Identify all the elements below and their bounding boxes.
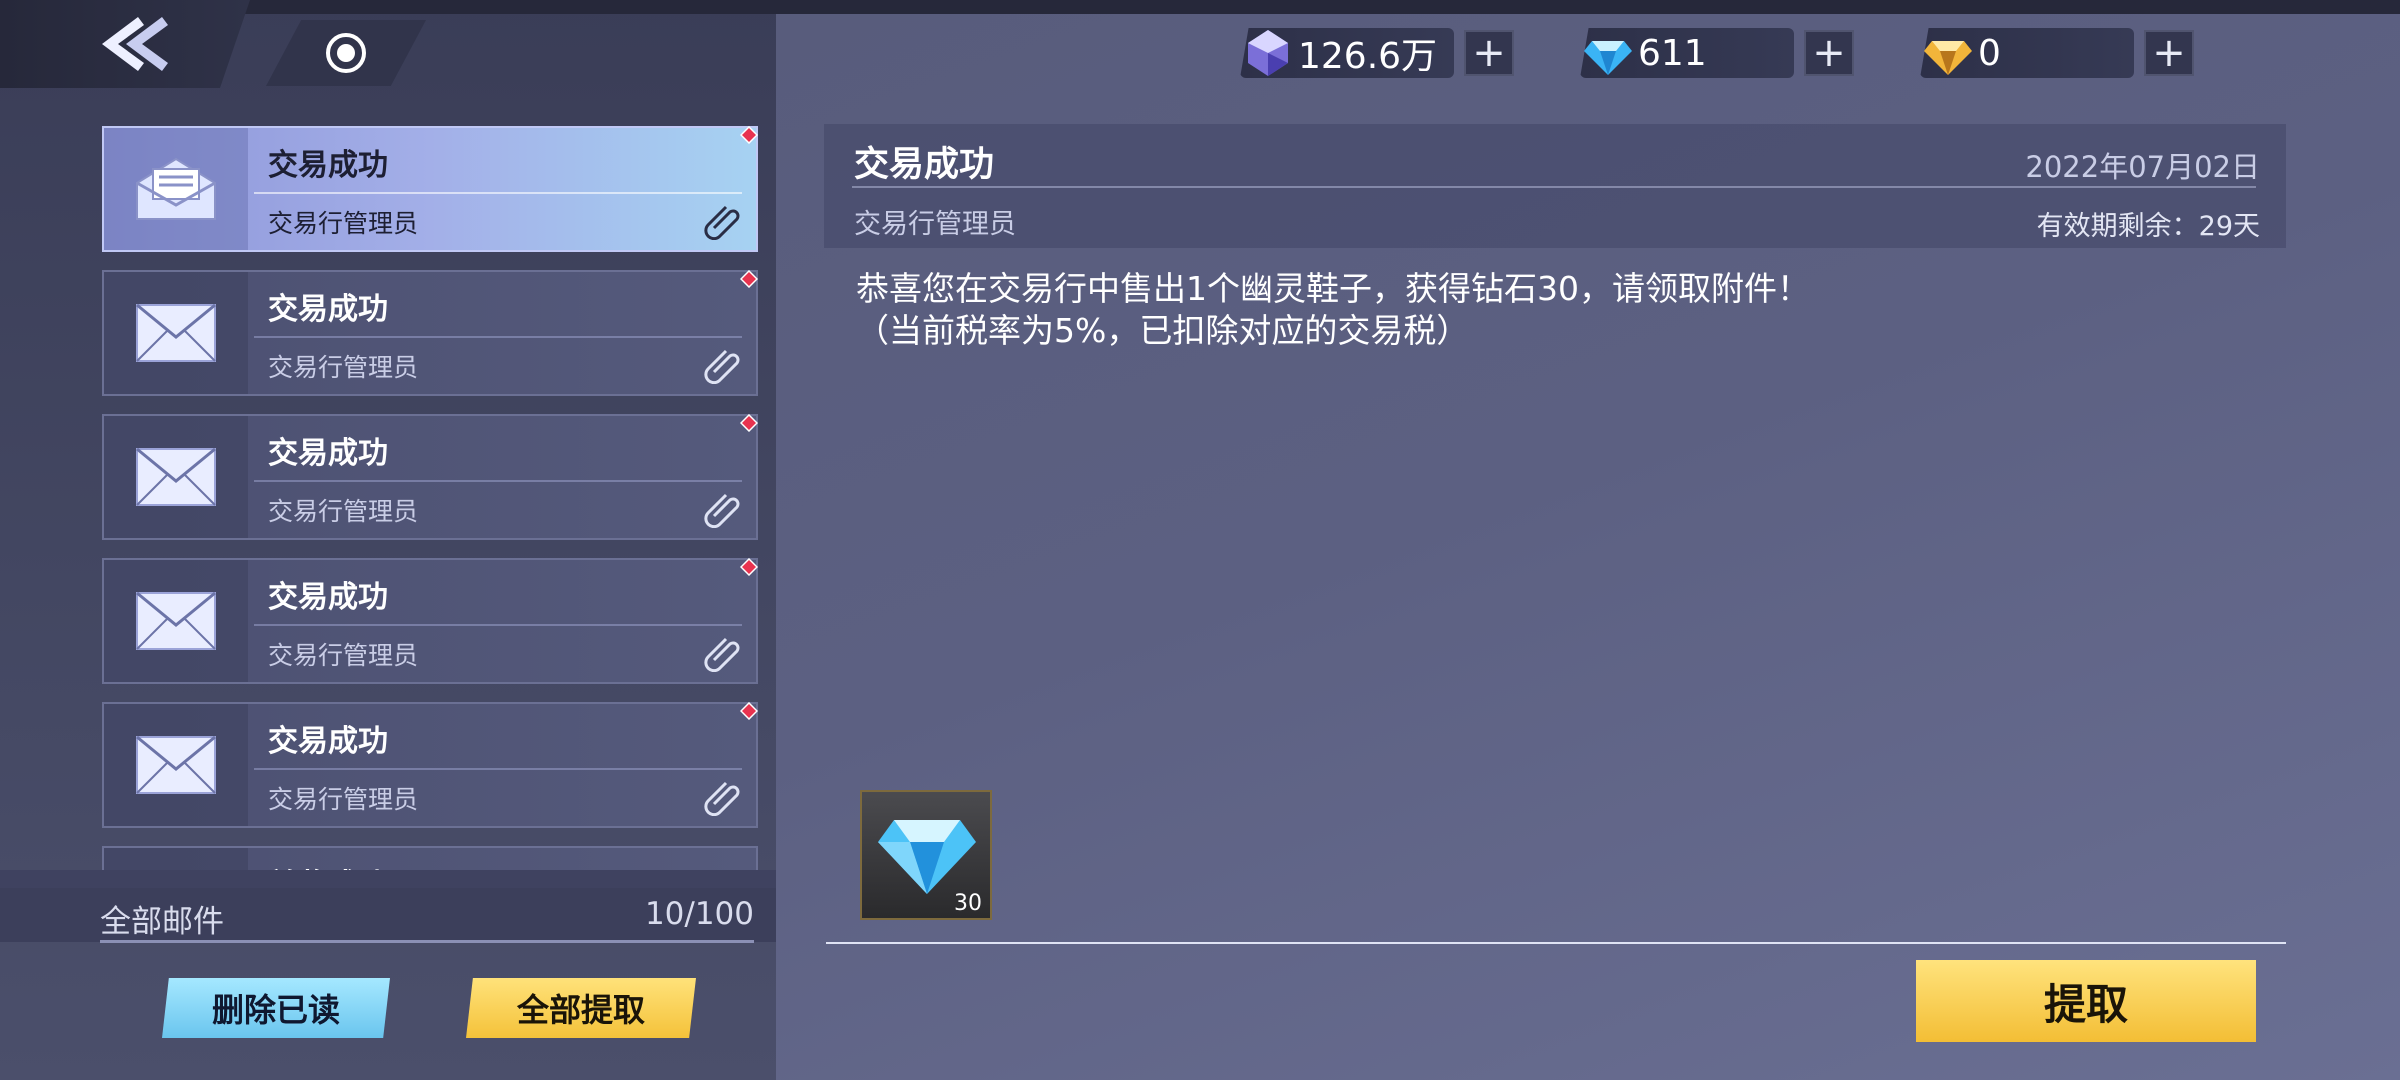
reward-quantity: 30	[954, 891, 982, 916]
mail-list[interactable]: 交易成功 交易行管理员 交易成功 交易行管理员 交易成功 交易行管理员 交易成功…	[102, 124, 758, 874]
mail-body-line: （当前税率为5%，已扣除对应的交易税）	[856, 311, 1470, 350]
envelope-icon	[136, 303, 216, 362]
unread-dot-icon	[740, 558, 758, 576]
add-diamond-button[interactable]: +	[1804, 30, 1854, 76]
attachment-icon	[704, 637, 740, 672]
unread-dot-icon	[740, 270, 758, 288]
unread-dot-icon	[740, 126, 758, 144]
detail-title: 交易成功	[854, 145, 995, 185]
add-crystal-button[interactable]: +	[1464, 30, 1514, 76]
mail-item[interactable]: 交易成功 交易行管理员	[102, 414, 758, 540]
claim-button[interactable]: 提取	[1916, 960, 2256, 1042]
mail-item[interactable]: 交易成功 交易行管理员	[102, 702, 758, 828]
detail-date: 2022年07月02日	[2025, 150, 2260, 184]
mail-item[interactable]: 交易成功 交易行管理员	[102, 126, 758, 252]
back-arrow-icon	[102, 17, 168, 71]
currency-amount: 0	[1978, 32, 2001, 74]
envelope-icon	[136, 591, 216, 650]
mail-sender: 交易行管理员	[268, 641, 419, 670]
back-button[interactable]	[0, 0, 250, 88]
mail-title: 交易成功	[268, 292, 388, 327]
envelope-icon	[136, 447, 216, 506]
attachment-icon	[704, 493, 740, 528]
top-strip	[0, 0, 2400, 14]
claim-all-button[interactable]: 全部提取	[466, 978, 696, 1038]
currency-amount: 611	[1638, 32, 1707, 74]
opened-mail-icon	[136, 157, 216, 220]
mail-body: 恭喜您在交易行中售出1个幽灵鞋子，获得钻石30，请领取附件！ （当前税率为5%，…	[856, 268, 1810, 352]
currency-gold: 0 +	[1902, 28, 2194, 78]
currency-diamond: 611 +	[1562, 28, 1854, 78]
mail-title: 交易成功	[268, 148, 388, 183]
mail-item[interactable]: 交易成功 交易行管理员	[102, 558, 758, 684]
gold-gem-icon	[1924, 41, 1972, 75]
currency-amount: 126.6万	[1298, 36, 1438, 77]
crystal-icon	[1248, 30, 1288, 76]
add-gold-button[interactable]: +	[2144, 30, 2194, 76]
attachment-icon	[704, 349, 740, 384]
detail-expiration: 有效期剩余：29天	[2036, 211, 2260, 242]
delete-read-button[interactable]: 删除已读	[162, 978, 390, 1038]
mail-item[interactable]: 交易成功 交易行管理员	[102, 270, 758, 396]
mail-title: 交易成功	[268, 724, 388, 759]
mail-sender: 交易行管理员	[268, 209, 419, 238]
radio-icon	[326, 33, 366, 73]
attachment-icon	[704, 205, 740, 240]
detail-sender: 交易行管理员	[854, 209, 1016, 240]
mail-sender: 交易行管理员	[268, 497, 419, 526]
mail-sender: 交易行管理员	[268, 785, 419, 814]
currency-crystal: 126.6万 +	[1222, 28, 1514, 78]
mail-title: 交易成功	[268, 436, 388, 471]
mail-sender: 交易行管理员	[268, 353, 419, 382]
mail-count-divider	[100, 940, 754, 943]
mail-body-line: 恭喜您在交易行中售出1个幽灵鞋子，获得钻石30，请领取附件！	[856, 269, 1810, 308]
mail-count-label: 全部邮件	[100, 904, 224, 940]
mail-title: 交易成功	[268, 580, 388, 615]
mail-count: 10/100	[644, 896, 754, 932]
reward-item[interactable]: 30	[860, 790, 992, 920]
diamond-icon	[878, 820, 976, 894]
unread-dot-icon	[740, 702, 758, 720]
diamond-icon	[1584, 41, 1632, 75]
attachment-divider	[826, 942, 2286, 944]
attachment-icon	[704, 781, 740, 816]
unread-dot-icon	[740, 414, 758, 432]
envelope-icon	[136, 735, 216, 794]
